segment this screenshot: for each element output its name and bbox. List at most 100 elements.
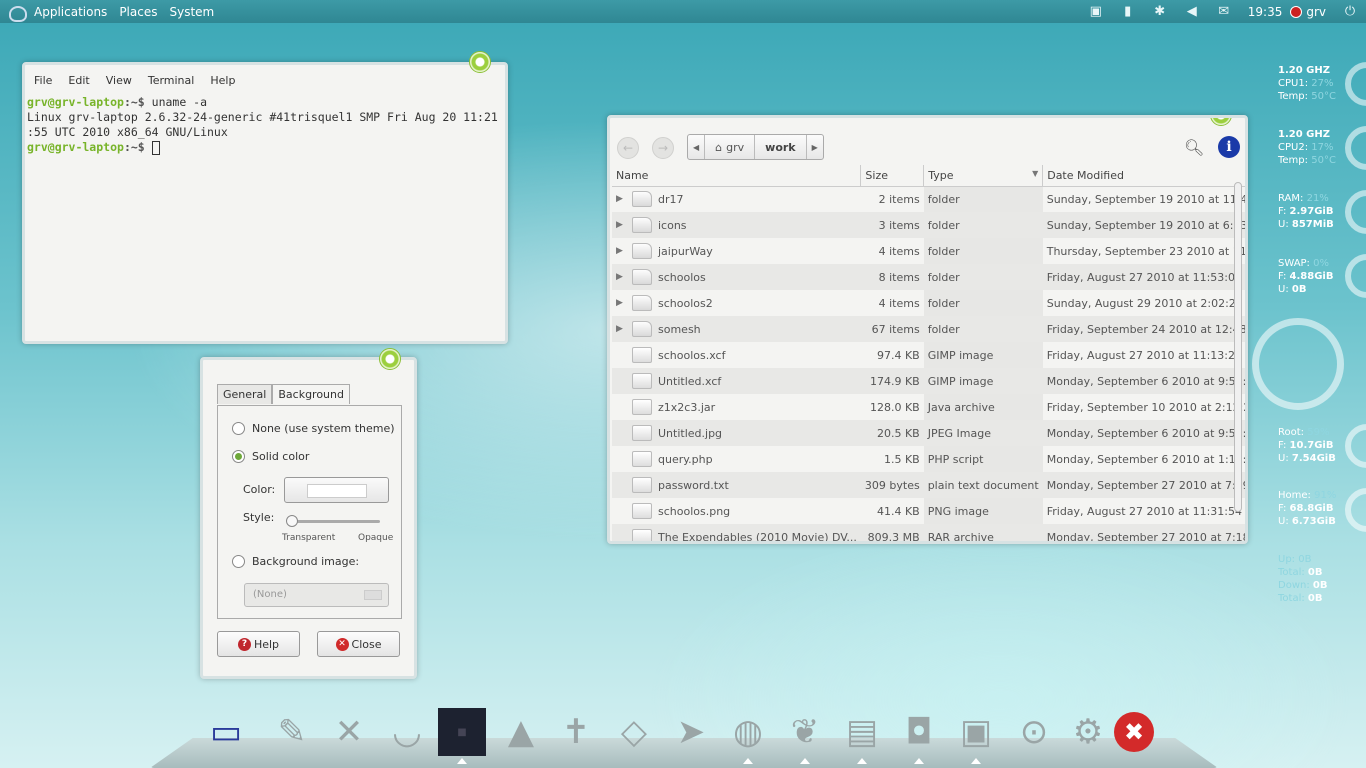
file-name-cell[interactable]: ▶ schoolos2 [612, 290, 861, 316]
breadcrumb-left-arrow[interactable]: ◀ [688, 135, 706, 159]
terminal-menu-view[interactable]: View [106, 74, 132, 87]
file-name-cell[interactable]: Untitled.jpg [612, 420, 861, 446]
ati-icon[interactable]: ▭ [202, 708, 250, 756]
mail-icon[interactable]: ✉ [1215, 4, 1233, 20]
background-settings-dialog[interactable]: General Background None (use system them… [200, 348, 417, 679]
diamond-icon[interactable]: ◇ [610, 708, 658, 756]
column-name[interactable]: Name [612, 165, 862, 187]
clock[interactable]: 19:35 [1248, 5, 1283, 19]
back-button[interactable]: ← [617, 137, 639, 159]
expander-icon[interactable]: ▶ [616, 272, 626, 282]
user-menu[interactable]: grv [1290, 5, 1326, 19]
opacity-slider-track[interactable] [290, 520, 380, 523]
tab-general[interactable]: General [217, 384, 273, 404]
file-row[interactable]: ▶ somesh 67 items folder Friday, September 2… [612, 316, 1245, 342]
tab-background[interactable]: Background [272, 384, 350, 404]
terminal-menu-help[interactable]: Help [210, 74, 235, 87]
terminal-menu-file[interactable]: File [34, 74, 52, 87]
file-name-cell[interactable]: ▶ icons [612, 212, 861, 238]
tree-icon[interactable]: ✝ [552, 708, 600, 756]
file-name-cell[interactable]: The Expendables (2010 Movie) DV... [612, 524, 861, 541]
file-row[interactable]: ▶ schoolos2 4 items folder Sunday, August 29… [612, 290, 1245, 316]
file-name-cell[interactable]: schoolos.png [612, 498, 861, 524]
paint-icon[interactable]: ✎ [268, 708, 316, 756]
cursor-icon[interactable]: ➤ [667, 708, 715, 756]
file-row[interactable]: ▶ schoolos 8 items folder Friday, August 27 … [612, 264, 1245, 290]
close-icon[interactable]: ✖ [1114, 712, 1154, 752]
radio-solid-row[interactable]: Solid color [232, 450, 309, 463]
terminal-window[interactable]: File Edit View Terminal Help grv@grv-lap… [22, 51, 508, 344]
window-pin-icon[interactable] [1210, 118, 1232, 126]
system-menu[interactable]: System [169, 5, 214, 19]
bird-icon[interactable]: ❦ [781, 708, 829, 756]
expander-icon[interactable]: ▶ [616, 324, 626, 334]
file-row[interactable]: The Expendables (2010 Movie) DV... 809.3 … [612, 524, 1245, 541]
applications-menu[interactable]: Applications [34, 5, 107, 19]
expander-icon[interactable]: ▶ [616, 220, 626, 230]
terminal-menu-terminal[interactable]: Terminal [148, 74, 195, 87]
network-icon[interactable]: ▣ [1087, 4, 1105, 20]
album-icon[interactable]: ■ [438, 708, 486, 756]
radio-none-row[interactable]: None (use system theme) [232, 422, 395, 435]
radio-image-row[interactable]: Background image: [232, 555, 359, 568]
file-name-cell[interactable]: z1x2c3.jar [612, 394, 861, 420]
file-name-cell[interactable]: Untitled.xcf [612, 368, 861, 394]
file-row[interactable]: query.php 1.5 KB PHP script Monday, Septemb… [612, 446, 1245, 472]
distro-logo-icon[interactable] [6, 3, 28, 22]
file-name-cell[interactable]: ▶ jaipurWay [612, 238, 861, 264]
file-row[interactable]: schoolos.xcf 97.4 KB GIMP image Friday, Aug… [612, 342, 1245, 368]
window-pin-icon[interactable] [469, 51, 491, 73]
vertical-scrollbar[interactable] [1234, 182, 1242, 512]
file-row[interactable]: Untitled.xcf 174.9 KB GIMP image Monday, Se… [612, 368, 1245, 394]
globe-icon[interactable]: ◍ [724, 708, 772, 756]
file-name-cell[interactable]: ▶ dr17 [612, 186, 861, 212]
column-size[interactable]: Size [860, 165, 925, 187]
file-name-cell[interactable]: ▶ somesh [612, 316, 861, 342]
column-type[interactable]: Type ▼ [923, 165, 1044, 187]
column-date-modified[interactable]: Date Modified [1042, 165, 1245, 187]
bluetooth-icon[interactable]: ✱ [1151, 4, 1169, 20]
file-row[interactable]: ▶ dr17 2 items folder Sunday, September 19 2… [612, 186, 1245, 212]
places-menu[interactable]: Places [119, 5, 157, 19]
volume-icon[interactable]: ◀ [1183, 4, 1201, 20]
radio-solid-color[interactable] [232, 450, 245, 463]
radio-none[interactable] [232, 422, 245, 435]
file-manager-window[interactable]: ← → ◀ ⌂ grv work ▶ 🔍︎ i Name Size Type ▼ D… [607, 115, 1248, 544]
monitor-icon[interactable]: ▣ [952, 708, 1000, 756]
breadcrumb-right-arrow[interactable]: ▶ [807, 135, 823, 159]
help-button[interactable]: ? Help [217, 631, 300, 657]
forward-button[interactable]: → [652, 137, 674, 159]
settings-icon[interactable]: ⚙ [1064, 708, 1112, 756]
opacity-slider-handle[interactable] [286, 515, 298, 527]
breadcrumb-home[interactable]: ⌂ grv [705, 135, 756, 159]
file-row[interactable]: ▶ icons 3 items folder Sunday, September 19 … [612, 212, 1245, 238]
radio-background-image[interactable] [232, 555, 245, 568]
file-row[interactable]: schoolos.png 41.4 KB PNG image Friday, Augu… [612, 498, 1245, 524]
file-name-cell[interactable]: query.php [612, 446, 861, 472]
breadcrumb-work[interactable]: work [755, 135, 807, 159]
pin-icon[interactable]: ⊙ [1010, 708, 1058, 756]
expander-icon[interactable]: ▶ [616, 246, 626, 256]
terminal-icon[interactable]: ▤ [838, 708, 886, 756]
search-icon[interactable]: 🔍︎ [1184, 138, 1204, 157]
close-button[interactable]: ✕ Close [317, 631, 400, 657]
terminal-menu-edit[interactable]: Edit [68, 74, 89, 87]
file-row[interactable]: password.txt 309 bytes plain text document… [612, 472, 1245, 498]
image-select[interactable]: (None) [244, 583, 389, 607]
cone-icon[interactable]: ▲ [497, 708, 545, 756]
file-row[interactable]: z1x2c3.jar 128.0 KB Java archive Friday, Se… [612, 394, 1245, 420]
file-row[interactable]: ▶ jaipurWay 4 items folder Thursday, Septemb… [612, 238, 1245, 264]
file-name-cell[interactable]: schoolos.xcf [612, 342, 861, 368]
battery-icon[interactable]: ▮ [1119, 4, 1137, 20]
info-icon[interactable]: i [1218, 136, 1240, 158]
terminal-output[interactable]: grv@grv-laptop:~$ uname -a Linux grv-lap… [25, 95, 505, 155]
window-pin-icon[interactable] [379, 348, 401, 370]
file-name-cell[interactable]: password.txt [612, 472, 861, 498]
file-row[interactable]: Untitled.jpg 20.5 KB JPEG Image Monday, Sep… [612, 420, 1245, 446]
bowl-icon[interactable]: ◡ [383, 708, 431, 756]
expander-icon[interactable]: ▶ [616, 298, 626, 308]
drive-icon[interactable]: ◘ [895, 708, 943, 756]
tools-icon[interactable]: ✕ [325, 708, 373, 756]
expander-icon[interactable]: ▶ [616, 194, 626, 204]
power-icon[interactable]: ⏻ [1341, 4, 1359, 20]
